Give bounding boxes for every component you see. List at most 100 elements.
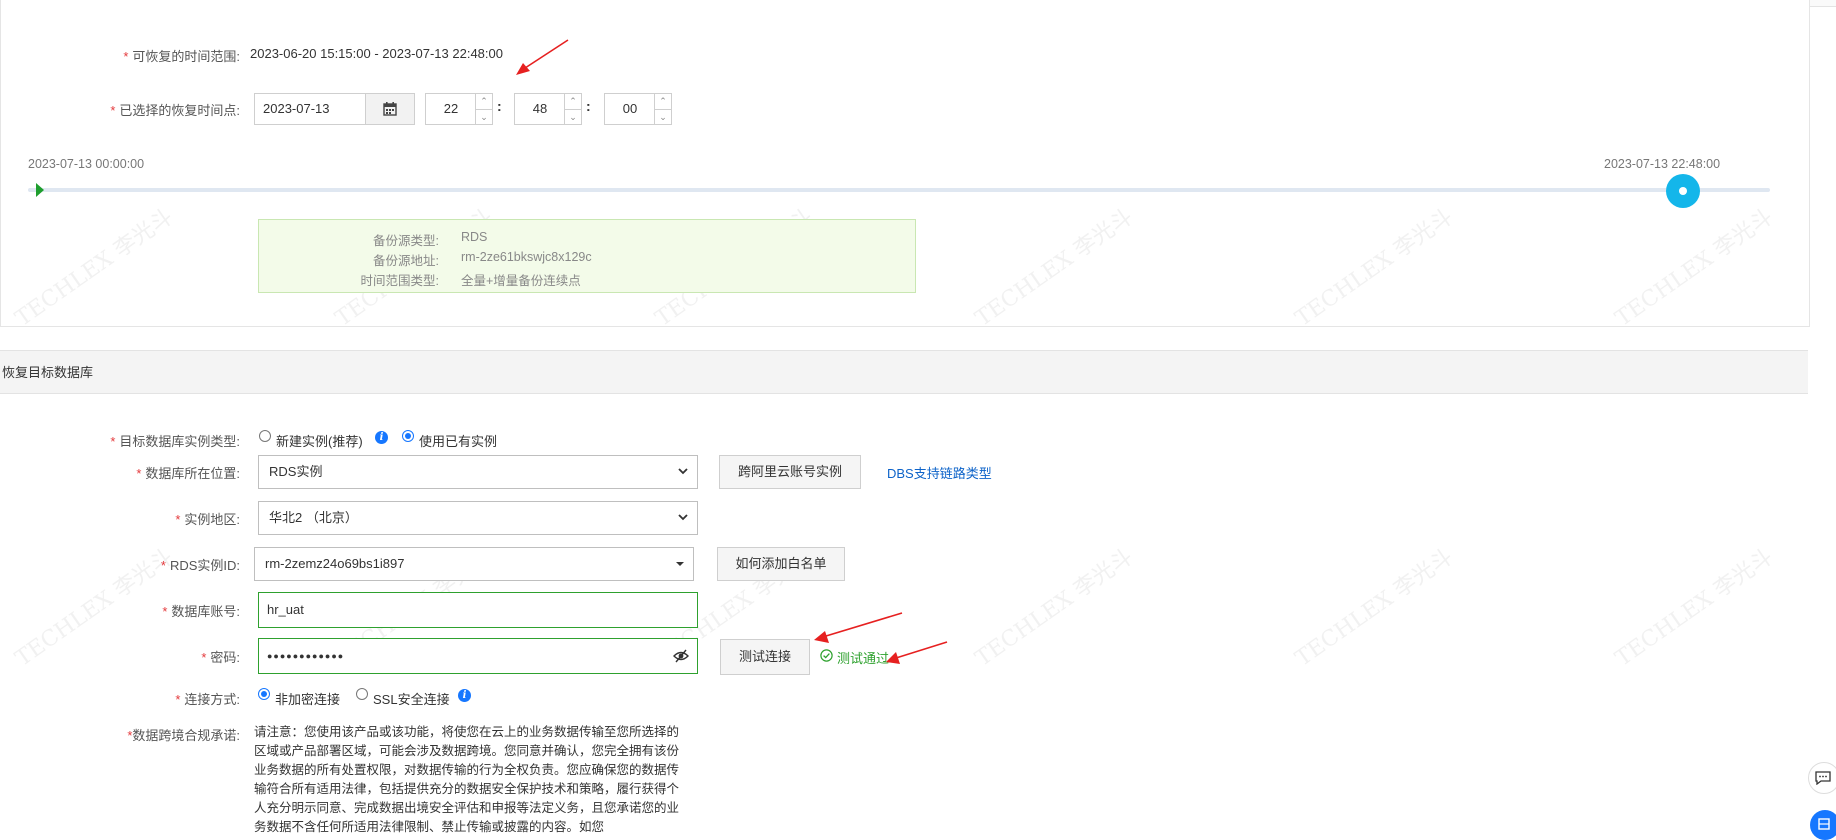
password-input[interactable]: ●●●●●●●●●●●●: [258, 638, 698, 674]
radio-ssl-connection-label[interactable]: SSL安全连接: [373, 689, 450, 708]
recovery-range-label-text: 可恢复的时间范围:: [132, 49, 240, 64]
account-label: * 数据库账号:: [0, 601, 240, 620]
chat-icon[interactable]: [1808, 762, 1836, 794]
hour-stepper[interactable]: 22 ⌃ ⌄: [425, 93, 493, 125]
location-label-text: 数据库所在位置:: [145, 466, 240, 481]
info-key: 时间范围类型:: [360, 274, 439, 288]
radio-plain-connection-label[interactable]: 非加密连接: [275, 689, 340, 708]
chevron-down-icon[interactable]: ⌄: [655, 110, 671, 125]
radio-existing-instance-label[interactable]: 使用已有实例: [419, 431, 497, 450]
calendar-icon: [383, 102, 397, 116]
minute-spinner[interactable]: ⌃ ⌄: [564, 94, 581, 124]
compliance-notice-text: 请注意：您使用该产品或该功能，将使您在云上的业务数据传输至您所选择的区域或产品部…: [254, 725, 680, 834]
time-separator: :: [497, 98, 502, 114]
compliance-label-text: 数据跨境合规承诺:: [132, 728, 240, 743]
recovery-point-label: * 已选择的恢复时间点:: [0, 100, 240, 119]
chevron-down-icon: [678, 468, 688, 475]
chevron-up-icon[interactable]: ⌃: [565, 94, 581, 110]
connection-method-label: * 连接方式:: [0, 689, 240, 708]
required-mark: *: [175, 512, 181, 527]
radio-plain-connection[interactable]: [258, 688, 270, 700]
hour-spinner[interactable]: ⌃ ⌄: [475, 94, 492, 124]
whitelist-help-button[interactable]: 如何添加白名单: [717, 547, 845, 581]
annotation-arrow: [886, 641, 948, 664]
annotation-arrow: [516, 39, 569, 75]
second-spinner[interactable]: ⌃ ⌄: [654, 94, 671, 124]
location-label: * 数据库所在位置:: [0, 463, 240, 482]
test-result-text: 测试通过: [837, 651, 890, 666]
instance-type-label-text: 目标数据库实例类型:: [119, 434, 240, 449]
required-mark: *: [201, 650, 207, 665]
compliance-label: *数据跨境合规承诺:: [0, 725, 240, 744]
second-stepper[interactable]: 00 ⌃ ⌄: [604, 93, 672, 125]
radio-new-instance[interactable]: [259, 430, 271, 442]
date-input[interactable]: 2023-07-13: [254, 93, 366, 125]
chevron-up-icon[interactable]: ⌃: [476, 94, 492, 110]
eye-slash-icon[interactable]: [673, 649, 689, 663]
radio-ssl-connection[interactable]: [356, 688, 368, 700]
minute-stepper[interactable]: 48 ⌃ ⌄: [514, 93, 582, 125]
watermark: TECHLEX 李光斗: [1291, 544, 1458, 672]
info-key: 备份源地址:: [373, 254, 439, 268]
slider-dot: [1678, 187, 1687, 195]
recovery-range-label: * 可恢复的时间范围:: [0, 46, 240, 65]
info-icon[interactable]: i: [458, 689, 471, 702]
info-key: 备份源类型:: [373, 234, 439, 248]
timeline-track[interactable]: [28, 188, 1770, 192]
watermark: TECHLEX 李光斗: [1611, 544, 1778, 672]
recovery-range-value: 2023-06-20 15:15:00 - 2023-07-13 22:48:0…: [250, 46, 503, 61]
recovery-point-label-text: 已选择的恢复时间点:: [119, 103, 240, 118]
required-mark: *: [162, 604, 168, 619]
timeline-slider-handle[interactable]: [1665, 174, 1700, 208]
required-mark: *: [110, 103, 116, 118]
account-label-text: 数据库账号:: [171, 604, 240, 619]
timeline-start-label: 2023-07-13 00:00:00: [28, 157, 145, 171]
region-select-value: 华北2 （北京）: [269, 510, 358, 525]
info-value: 全量+增量备份连续点: [461, 274, 581, 288]
chevron-up-icon[interactable]: ⌃: [655, 94, 671, 110]
location-select[interactable]: RDS实例: [258, 455, 698, 489]
backup-source-info: 备份源类型: RDS 备份源地址: rm-2ze61bkswjc8x129c 时…: [258, 219, 916, 293]
required-mark: *: [110, 434, 116, 449]
required-mark: *: [175, 692, 181, 707]
support-icon[interactable]: [1810, 810, 1836, 840]
password-label: * 密码:: [0, 647, 240, 666]
time-separator: :: [586, 98, 591, 114]
info-value: rm-2ze61bkswjc8x129c: [461, 250, 592, 264]
radio-existing-instance[interactable]: [402, 430, 414, 442]
info-icon[interactable]: i: [375, 431, 388, 444]
hour-value: 22: [443, 101, 459, 116]
rds-id-select-value: rm-2zemz24o69bs1i897: [265, 556, 405, 571]
required-mark: *: [160, 558, 166, 573]
connection-method-label-text: 连接方式:: [184, 692, 240, 707]
caret-down-icon: [676, 562, 684, 566]
check-circle-icon: [820, 649, 833, 662]
account-input[interactable]: hr_uat: [258, 592, 698, 628]
dbs-supported-links-link[interactable]: DBS支持链路类型: [887, 463, 992, 482]
watermark: TECHLEX 李光斗: [971, 544, 1138, 672]
instance-type-label: * 目标数据库实例类型:: [0, 431, 240, 450]
test-connection-button[interactable]: 测试连接: [720, 639, 810, 675]
radio-new-instance-label[interactable]: 新建实例(推荐): [276, 431, 363, 450]
chevron-down-icon: [678, 514, 688, 521]
rds-id-label-text: RDS实例ID:: [169, 558, 240, 573]
cross-account-instance-button[interactable]: 跨阿里云账号实例: [719, 455, 861, 489]
section-title-target-db: 恢复目标数据库: [0, 350, 1808, 394]
chevron-down-icon[interactable]: ⌄: [476, 110, 492, 125]
password-value: ●●●●●●●●●●●●: [267, 651, 345, 661]
timeline-start-marker: [36, 183, 44, 197]
minute-value: 48: [532, 101, 548, 116]
region-label: * 实例地区:: [0, 509, 240, 528]
rds-id-select[interactable]: rm-2zemz24o69bs1i897: [254, 547, 694, 581]
info-row-source-address: 备份源地址: rm-2ze61bkswjc8x129c: [259, 250, 909, 268]
location-select-value: RDS实例: [269, 464, 323, 479]
chevron-down-icon[interactable]: ⌄: [565, 110, 581, 125]
required-mark: *: [123, 49, 129, 64]
region-label-text: 实例地区:: [184, 512, 240, 527]
region-select[interactable]: 华北2 （北京）: [258, 501, 698, 535]
info-value: RDS: [461, 230, 488, 244]
required-mark: *: [136, 466, 142, 481]
password-label-text: 密码:: [210, 650, 240, 665]
calendar-button[interactable]: [365, 93, 415, 125]
second-value: 00: [622, 101, 638, 116]
